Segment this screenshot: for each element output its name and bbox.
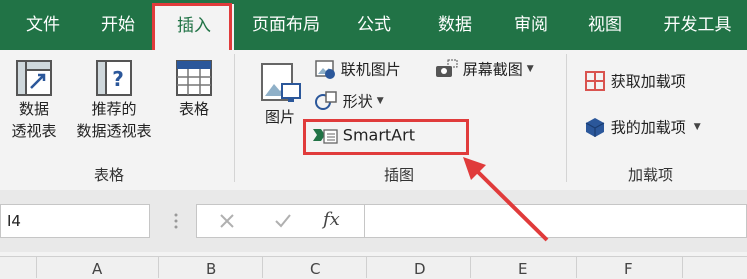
- formula-button-box: fx: [196, 204, 366, 238]
- shapes-icon: [315, 91, 337, 110]
- column-divider: [576, 256, 577, 278]
- pivottable-icon: [16, 60, 52, 96]
- column-divider: [158, 256, 159, 278]
- shapes-label: 形状: [342, 92, 373, 111]
- shapes-button[interactable]: 形状 ▼: [314, 90, 384, 112]
- column-divider: [262, 256, 263, 278]
- tab-page-layout[interactable]: 页面布局: [236, 0, 336, 50]
- table-icon: [176, 60, 212, 96]
- picture-icon: [261, 63, 301, 102]
- group-label-illustrations: 插图: [384, 166, 415, 184]
- insert-tab-highlight: [152, 3, 232, 53]
- tab-file[interactable]: 文件: [0, 0, 86, 50]
- online-pictures-icon: [315, 60, 335, 79]
- table-button[interactable]: 表格: [166, 58, 222, 120]
- column-header[interactable]: F: [624, 260, 633, 278]
- screenshot-icon: [436, 59, 458, 77]
- recommended-pivot-label-1: 推荐的: [91, 100, 137, 118]
- group-separator: [566, 54, 567, 182]
- picture-label: 图片: [264, 108, 295, 126]
- group-separator: [234, 54, 235, 182]
- tab-review[interactable]: 审阅: [498, 0, 564, 50]
- column-header[interactable]: B: [206, 260, 216, 278]
- picture-button[interactable]: 图片: [252, 60, 308, 128]
- column-header[interactable]: A: [92, 260, 102, 278]
- tab-data[interactable]: 数据: [412, 0, 498, 50]
- name-box[interactable]: I4: [0, 204, 150, 238]
- pivottable-button[interactable]: 数据 透视表: [4, 58, 64, 142]
- formula-input[interactable]: [364, 204, 747, 238]
- tab-developer[interactable]: 开发工具: [648, 0, 747, 50]
- insert-function-icon[interactable]: fx: [323, 209, 340, 230]
- tab-formulas[interactable]: 公式: [336, 0, 412, 50]
- my-addins-label: 我的加载项: [610, 118, 686, 137]
- recommended-pivottables-button[interactable]: ? 推荐的 数据透视表: [66, 58, 162, 142]
- formula-bar-grip-icon: [174, 213, 178, 229]
- screenshot-dropdown-caret-icon: ▼: [526, 64, 534, 74]
- group-label-addins: 加载项: [628, 166, 674, 184]
- online-pictures-label: 联机图片: [340, 60, 401, 79]
- screenshot-label: 屏幕截图: [462, 60, 523, 79]
- confirm-icon[interactable]: [273, 211, 293, 231]
- pivottable-label-1: 数据: [18, 100, 49, 118]
- recommended-pivot-label-2: 数据透视表: [76, 122, 152, 140]
- cancel-icon[interactable]: [217, 211, 237, 231]
- recommended-pivottable-icon: ?: [96, 60, 132, 96]
- column-header[interactable]: C: [310, 260, 320, 278]
- column-divider: [36, 256, 37, 278]
- table-label: 表格: [178, 100, 209, 118]
- column-header-row: A B C D E F: [0, 256, 747, 279]
- column-header[interactable]: D: [414, 260, 426, 278]
- ribbon-tab-bar: 文件 开始 插入 页面布局 公式 数据 审阅 视图 开发工具: [0, 0, 747, 50]
- tab-home[interactable]: 开始: [86, 0, 150, 50]
- shapes-dropdown-caret-icon: ▼: [376, 96, 384, 106]
- group-label-tables: 表格: [94, 166, 125, 184]
- smartart-highlight: [303, 119, 469, 155]
- column-divider: [682, 256, 683, 278]
- column-divider: [366, 256, 367, 278]
- pivottable-label-2: 透视表: [11, 122, 57, 140]
- column-header[interactable]: E: [518, 260, 527, 278]
- online-pictures-button[interactable]: 联机图片: [314, 58, 401, 80]
- my-addins-dropdown-caret-icon: ▼: [693, 122, 701, 132]
- my-addins-button[interactable]: 我的加载项 ▼: [584, 116, 701, 138]
- name-box-value: I4: [7, 212, 21, 230]
- addin-cube-icon: [585, 118, 605, 137]
- get-addins-label: 获取加载项: [610, 72, 686, 91]
- svg-text:?: ?: [112, 67, 124, 91]
- get-addins-button[interactable]: 获取加载项: [584, 70, 686, 92]
- tab-view[interactable]: 视图: [570, 0, 640, 50]
- store-icon: [585, 71, 605, 91]
- screenshot-button[interactable]: 屏幕截图 ▼: [434, 58, 534, 80]
- column-divider: [470, 256, 471, 278]
